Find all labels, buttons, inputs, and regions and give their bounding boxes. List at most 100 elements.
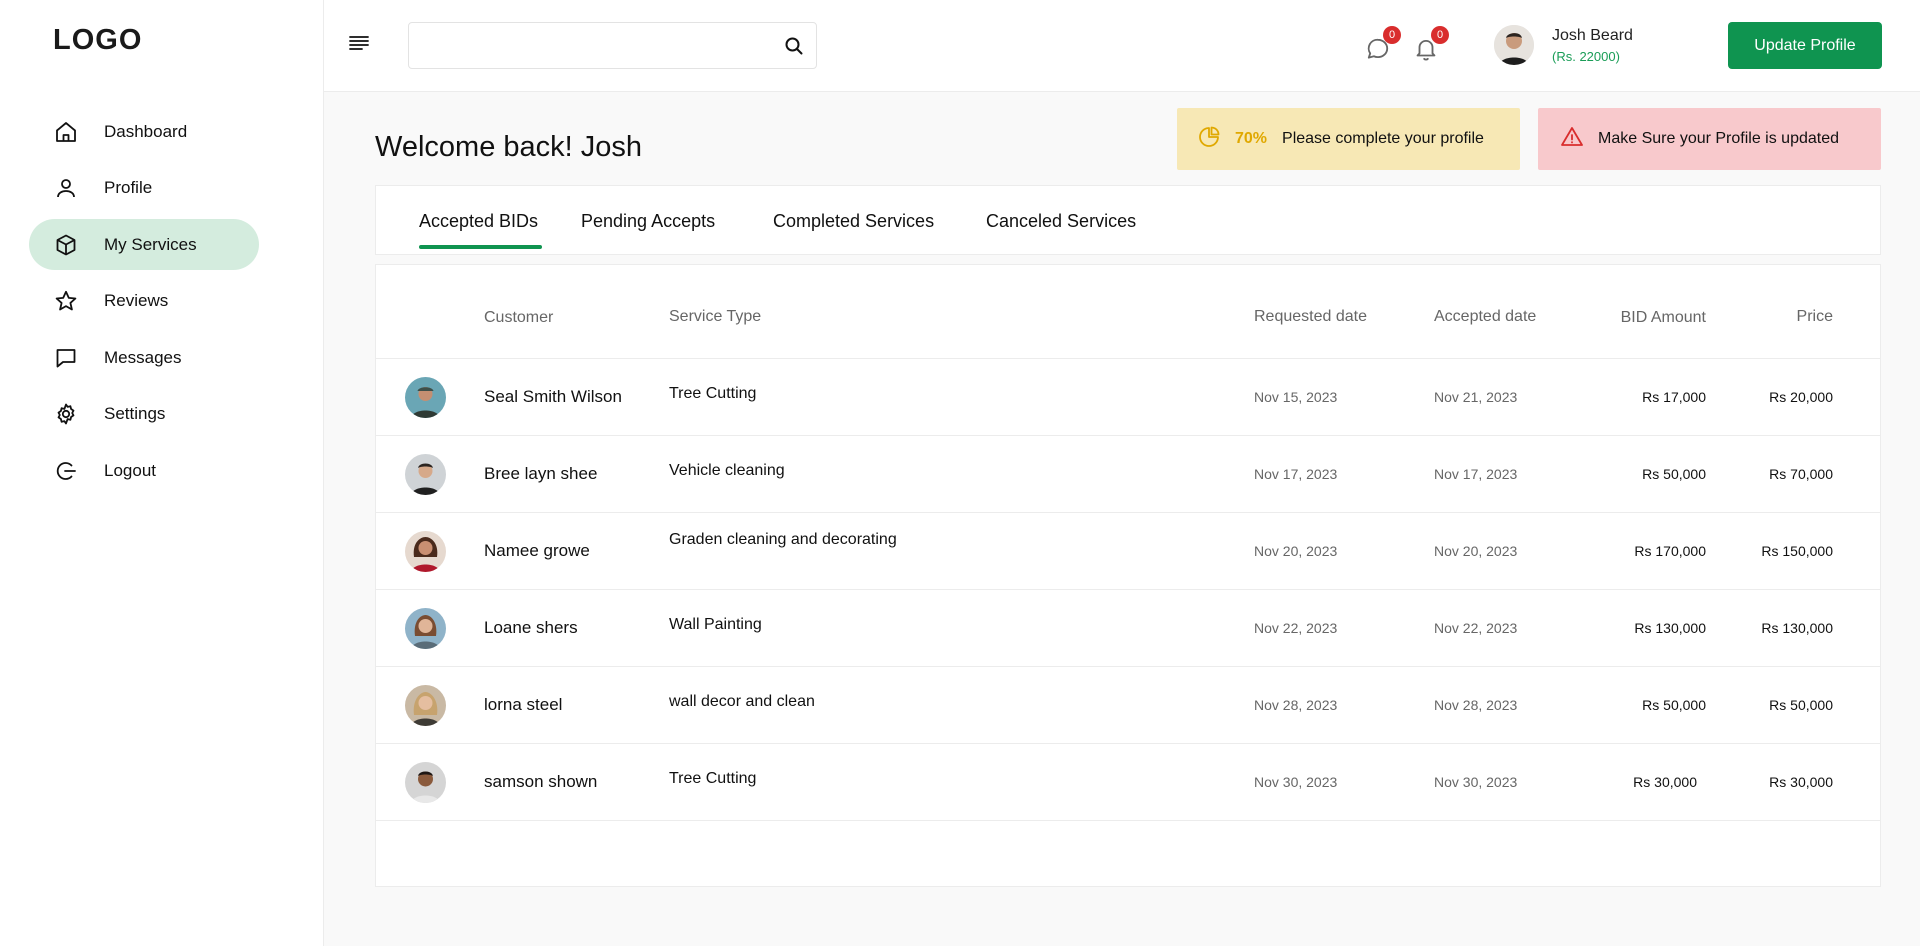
customer-name: Loane shers — [484, 618, 578, 637]
search-input[interactable] — [409, 23, 759, 68]
profile-warning-text: Make Sure your Profile is updated — [1598, 130, 1840, 147]
services-tabs: Accepted BIDs Pending Accepts Completed … — [375, 185, 1881, 255]
logout-icon — [52, 457, 79, 484]
requested-date: Nov 15, 2023 — [1254, 389, 1338, 405]
requested-date: Nov 20, 2023 — [1254, 543, 1338, 559]
profile-warning-alert[interactable]: Make Sure your Profile is updated — [1538, 108, 1881, 170]
column-header-price[interactable]: Price — [1797, 308, 1833, 326]
accepted-date: Nov 17, 2023 — [1434, 466, 1518, 482]
requested-date: Nov 28, 2023 — [1254, 697, 1338, 713]
user-name: Josh Beard — [1552, 27, 1633, 44]
warning-icon — [1560, 125, 1584, 154]
gear-icon — [52, 401, 79, 428]
box-icon — [52, 231, 79, 258]
tab-accepted-bids[interactable]: Accepted BIDs — [419, 211, 543, 249]
sidebar-item-my-services[interactable]: My Services — [29, 219, 259, 270]
bell-icon — [1413, 39, 1439, 66]
column-header-bid-amount[interactable]: BID Amount — [1621, 309, 1706, 327]
bid-amount: Rs 30,000 — [1633, 774, 1697, 790]
customer-name: lorna steel — [484, 695, 563, 714]
sidebar-item-label: My Services — [104, 234, 197, 254]
search-icon[interactable] — [784, 36, 804, 56]
customer-avatar — [405, 685, 446, 726]
notifications-button[interactable]: 0 — [1413, 26, 1449, 66]
profile-progress-alert[interactable]: 70% Please complete your profile — [1177, 108, 1520, 170]
customer-avatar — [405, 454, 446, 495]
service-type: Wall Painting — [669, 616, 762, 633]
accepted-date: Nov 22, 2023 — [1434, 620, 1518, 636]
table-row[interactable]: Seal Smith Wilson Tree Cutting Nov 15, 2… — [376, 359, 1880, 436]
table-row[interactable]: samson shown Tree Cutting Nov 30, 2023 N… — [376, 744, 1880, 821]
customer-name: Seal Smith Wilson — [484, 387, 622, 406]
page-title: Welcome back! Josh — [375, 131, 643, 163]
sidebar-item-messages[interactable]: Messages — [29, 332, 259, 383]
price: Rs 150,000 — [1761, 543, 1833, 559]
service-type: Tree Cutting — [669, 385, 757, 402]
tab-canceled-services[interactable]: Canceled Services — [986, 211, 1136, 232]
price: Rs 20,000 — [1769, 389, 1833, 405]
sidebar-item-settings[interactable]: Settings — [29, 389, 259, 440]
table-row[interactable]: lorna steel wall decor and clean Nov 28,… — [376, 667, 1880, 744]
price: Rs 30,000 — [1769, 774, 1833, 790]
notifications-badge: 0 — [1431, 26, 1449, 44]
bid-amount: Rs 130,000 — [1634, 620, 1706, 636]
table-row[interactable]: Namee growe Graden cleaning and decorati… — [376, 513, 1880, 590]
chat-icon — [1365, 38, 1391, 66]
service-type: wall decor and clean — [669, 693, 815, 710]
bid-amount: Rs 50,000 — [1642, 697, 1706, 713]
column-header-customer[interactable]: Customer — [484, 309, 553, 327]
requested-date: Nov 30, 2023 — [1254, 774, 1338, 790]
bid-amount: Rs 50,000 — [1642, 466, 1706, 482]
logo[interactable]: LOGO — [53, 24, 142, 57]
user-balance: (Rs. 22000) — [1552, 49, 1620, 64]
sidebar-item-logout[interactable]: Logout — [29, 445, 259, 496]
accepted-date: Nov 21, 2023 — [1434, 389, 1518, 405]
sidebar-item-label: Settings — [104, 404, 166, 423]
update-profile-button[interactable]: Update Profile — [1728, 22, 1882, 69]
services-table: Customer Service Type Requested date Acc… — [375, 264, 1881, 887]
table-row[interactable]: Bree layn shee Vehicle cleaning Nov 17, … — [376, 436, 1880, 513]
customer-name: Namee growe — [484, 541, 590, 560]
requested-date: Nov 17, 2023 — [1254, 466, 1338, 482]
top-header: 0 0 Josh Beard (Rs. 22000) Update Profil… — [324, 0, 1920, 92]
price: Rs 130,000 — [1761, 620, 1833, 636]
customer-name: Bree layn shee — [484, 464, 598, 483]
search-box — [408, 22, 817, 69]
user-avatar[interactable] — [1494, 25, 1534, 65]
tab-completed-services[interactable]: Completed Services — [773, 211, 934, 232]
column-header-service-type[interactable]: Service Type — [669, 308, 761, 326]
customer-name: samson shown — [484, 772, 598, 791]
sidebar-item-dashboard[interactable]: Dashboard — [29, 106, 259, 157]
table-row[interactable]: Loane shers Wall Painting Nov 22, 2023 N… — [376, 590, 1880, 667]
messages-badge: 0 — [1383, 26, 1401, 44]
price: Rs 70,000 — [1769, 466, 1833, 482]
sidebar-item-label: Dashboard — [104, 121, 188, 141]
sidebar-item-profile[interactable]: Profile — [29, 163, 259, 214]
customer-avatar — [405, 762, 446, 803]
home-icon — [52, 118, 79, 145]
service-type: Tree Cutting — [669, 770, 757, 787]
column-header-requested-date[interactable]: Requested date — [1254, 308, 1367, 326]
customer-avatar — [405, 608, 446, 649]
sidebar-item-label: Reviews — [104, 291, 169, 310]
messages-button[interactable]: 0 — [1365, 26, 1401, 66]
tab-pending-accepts[interactable]: Pending Accepts — [581, 211, 715, 232]
requested-date: Nov 22, 2023 — [1254, 620, 1338, 636]
menu-icon[interactable] — [348, 33, 370, 53]
sidebar-item-label: Logout — [104, 460, 156, 480]
customer-avatar — [405, 377, 446, 418]
user-icon — [52, 175, 79, 202]
service-type: Graden cleaning and decorating — [669, 531, 897, 548]
accepted-date: Nov 20, 2023 — [1434, 543, 1518, 559]
sidebar-item-label: Profile — [104, 178, 153, 197]
price: Rs 50,000 — [1769, 697, 1833, 713]
column-header-accepted-date[interactable]: Accepted date — [1434, 308, 1536, 326]
accepted-date: Nov 30, 2023 — [1434, 774, 1518, 790]
bid-amount: Rs 170,000 — [1634, 543, 1706, 559]
sidebar: LOGO Dashboard Profile My Services Revie… — [0, 0, 324, 946]
bid-amount: Rs 17,000 — [1642, 389, 1706, 405]
profile-progress-percent: 70% — [1235, 130, 1268, 147]
sidebar-item-label: Messages — [104, 347, 182, 367]
star-icon — [52, 288, 79, 315]
sidebar-item-reviews[interactable]: Reviews — [29, 276, 259, 327]
